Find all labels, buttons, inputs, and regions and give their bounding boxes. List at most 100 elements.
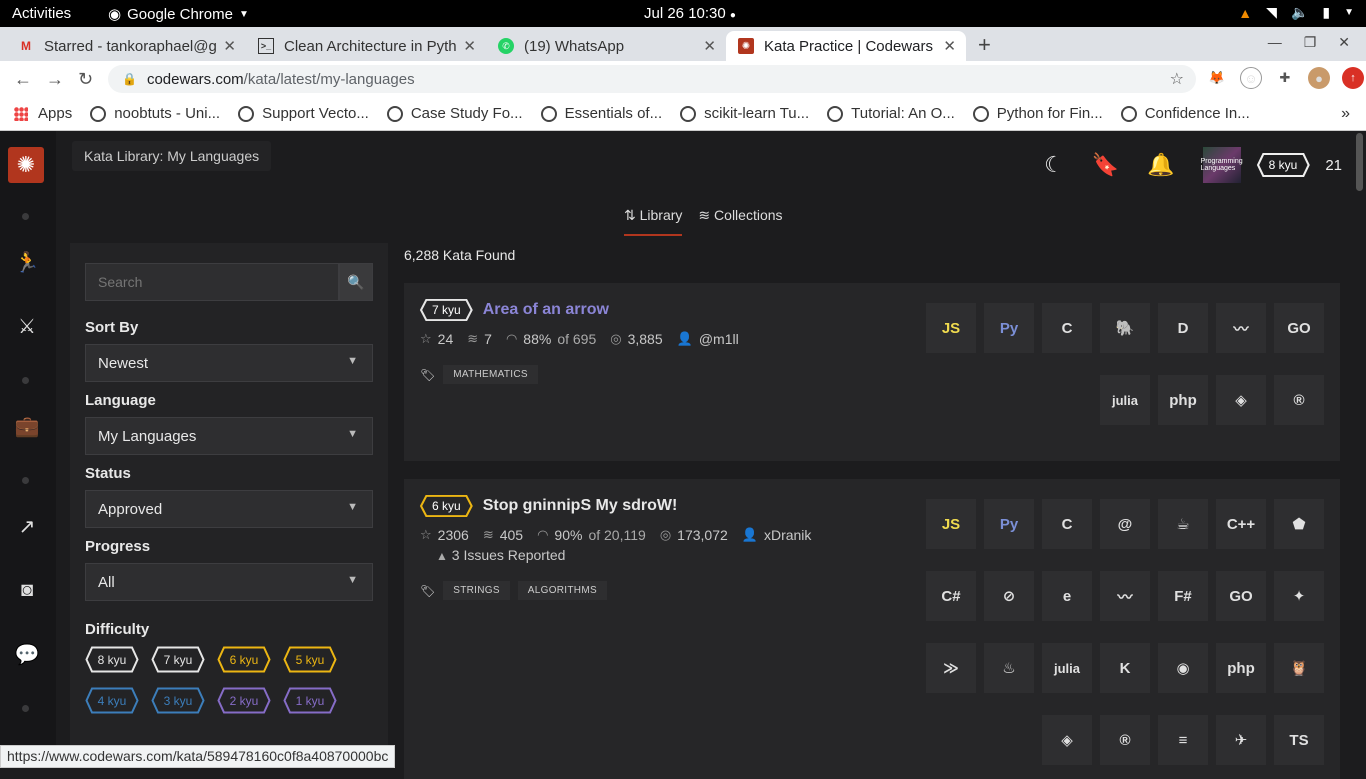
- language-icon[interactable]: ⊘: [984, 571, 1034, 621]
- search-input[interactable]: [85, 263, 339, 301]
- language-icon[interactable]: ◉: [1158, 643, 1208, 693]
- language-icon[interactable]: C: [1042, 499, 1092, 549]
- briefcase-icon[interactable]: 💼: [14, 413, 40, 439]
- extension-face-icon[interactable]: ☺: [1240, 67, 1262, 89]
- close-icon[interactable]: ✕: [223, 37, 236, 55]
- language-icon[interactable]: C++: [1216, 499, 1266, 549]
- language-icon[interactable]: ≡: [1158, 715, 1208, 765]
- issues-reported[interactable]: ▲ 3 Issues Reported: [436, 547, 565, 563]
- forward-icon[interactable]: →: [46, 69, 64, 90]
- language-icon[interactable]: D: [1158, 303, 1208, 353]
- scrollbar-thumb[interactable]: [1356, 133, 1363, 191]
- bookmark-item[interactable]: scikit-learn Tu...: [680, 105, 809, 122]
- chat-icon[interactable]: 💬: [14, 641, 40, 667]
- tab-clean-architecture[interactable]: >_ Clean Architecture in Pyth ✕: [246, 31, 486, 61]
- codewars-logo[interactable]: ✺: [8, 147, 44, 183]
- language-icon[interactable]: ☕: [1158, 499, 1208, 549]
- clock[interactable]: Jul 26 10:30 ●: [644, 5, 736, 22]
- author-stat[interactable]: 👤 @m1ll: [677, 331, 739, 347]
- bookmarks-overflow-icon[interactable]: »: [1341, 105, 1350, 123]
- tag[interactable]: ALGORITHMS: [517, 581, 607, 600]
- language-icon[interactable]: php: [1158, 375, 1208, 425]
- language-icon[interactable]: ♨: [984, 643, 1034, 693]
- language-icon[interactable]: 〰: [1216, 303, 1266, 353]
- close-icon[interactable]: ✕: [703, 37, 716, 55]
- language-icon[interactable]: ◈: [1042, 715, 1092, 765]
- kata-title[interactable]: Stop gninnipS My sdroW!: [483, 497, 678, 515]
- language-icon[interactable]: e: [1042, 571, 1092, 621]
- language-icon[interactable]: ®: [1274, 375, 1324, 425]
- kata-title[interactable]: Area of an arrow: [483, 301, 609, 319]
- language-icon[interactable]: ✈: [1216, 715, 1266, 765]
- bookmark-item[interactable]: noobtuts - Uni...: [90, 105, 220, 122]
- difficulty-7[interactable]: 1 kyu: [283, 687, 337, 714]
- close-window-icon[interactable]: ✕: [1338, 34, 1350, 51]
- language-icon[interactable]: 〰: [1100, 571, 1150, 621]
- language-icon[interactable]: JS: [926, 303, 976, 353]
- bookmark-item[interactable]: Tutorial: An O...: [827, 105, 955, 122]
- language-icon[interactable]: @: [1100, 499, 1150, 549]
- author-stat[interactable]: 👤 xDranik: [742, 527, 812, 543]
- bookmark-icon[interactable]: 🔖: [1092, 152, 1119, 178]
- close-icon[interactable]: ✕: [463, 37, 476, 55]
- app-menu[interactable]: ◉ Google Chrome ▼: [108, 5, 249, 24]
- bookmark-item[interactable]: Case Study Fo...: [386, 105, 523, 122]
- difficulty-3[interactable]: 5 kyu: [283, 646, 337, 673]
- user-rank[interactable]: Programming Languages 8 kyu 21: [1201, 147, 1342, 183]
- language-icon[interactable]: php: [1216, 643, 1266, 693]
- difficulty-0[interactable]: 8 kyu: [85, 646, 139, 673]
- bookmark-item[interactable]: Support Vecto...: [238, 105, 369, 122]
- training-icon[interactable]: ⚔: [14, 313, 40, 339]
- tag[interactable]: MATHEMATICS: [443, 365, 538, 384]
- sort-select[interactable]: Newest ▼: [85, 344, 373, 382]
- tab-gmail[interactable]: M Starred - tankoraphael@g ✕: [0, 31, 246, 61]
- language-icon[interactable]: C#: [926, 571, 976, 621]
- language-icon[interactable]: ⬟: [1274, 499, 1324, 549]
- difficulty-4[interactable]: 4 kyu: [85, 687, 139, 714]
- address-bar[interactable]: 🔒 codewars.com/kata/latest/my-languages …: [108, 65, 1196, 93]
- vlc-icon[interactable]: ▲: [1238, 5, 1252, 21]
- tab-whatsapp[interactable]: ✆ (19) WhatsApp ✕: [486, 31, 726, 61]
- language-icon[interactable]: C: [1042, 303, 1092, 353]
- language-icon[interactable]: Py: [984, 303, 1034, 353]
- maximize-icon[interactable]: ❐: [1304, 34, 1317, 51]
- bookmark-item[interactable]: Essentials of...: [540, 105, 662, 122]
- language-icon[interactable]: TS: [1274, 715, 1324, 765]
- minimize-icon[interactable]: —: [1268, 34, 1282, 51]
- search-icon[interactable]: 🔍: [339, 263, 373, 301]
- language-icon[interactable]: F#: [1158, 571, 1208, 621]
- language-icon[interactable]: ≫: [926, 643, 976, 693]
- difficulty-6[interactable]: 2 kyu: [217, 687, 271, 714]
- language-icon[interactable]: Py: [984, 499, 1034, 549]
- difficulty-5[interactable]: 3 kyu: [151, 687, 205, 714]
- language-icon[interactable]: GO: [1274, 303, 1324, 353]
- bookmark-star-icon[interactable]: ☆: [1170, 69, 1184, 89]
- tag[interactable]: STRINGS: [443, 581, 510, 600]
- language-icon[interactable]: ◈: [1216, 375, 1266, 425]
- bell-icon[interactable]: 🔔: [1147, 152, 1174, 178]
- tab-library[interactable]: ⇅ Library: [624, 207, 683, 236]
- bookmark-item[interactable]: Confidence In...: [1120, 105, 1250, 122]
- tab-collections[interactable]: ≋ Collections: [698, 207, 782, 236]
- language-icon[interactable]: GO: [1216, 571, 1266, 621]
- page-scrollbar[interactable]: [1354, 131, 1364, 768]
- bookmark-apps[interactable]: Apps: [14, 105, 72, 122]
- progress-select[interactable]: All ▼: [85, 563, 373, 601]
- update-icon[interactable]: ↑: [1342, 67, 1364, 89]
- language-icon[interactable]: ®: [1100, 715, 1150, 765]
- language-icon[interactable]: K: [1100, 643, 1150, 693]
- language-icon[interactable]: ✦: [1274, 571, 1324, 621]
- back-icon[interactable]: ←: [14, 69, 32, 90]
- language-select[interactable]: My Languages ▼: [85, 417, 373, 455]
- bookmark-item[interactable]: Python for Fin...: [972, 105, 1103, 122]
- close-icon[interactable]: ✕: [943, 37, 956, 55]
- system-tray[interactable]: ▲ ◥ 🔈 ▮ ▼: [1238, 4, 1354, 21]
- language-icon[interactable]: 🐘: [1100, 303, 1150, 353]
- reload-icon[interactable]: ↻: [78, 69, 93, 90]
- leaderboard-icon[interactable]: ↗: [14, 513, 40, 539]
- new-tab-button[interactable]: +: [978, 32, 991, 58]
- avatar[interactable]: Programming Languages: [1201, 147, 1243, 183]
- language-icon[interactable]: 🦉: [1274, 643, 1324, 693]
- moon-icon[interactable]: ☾: [1044, 152, 1064, 178]
- status-select[interactable]: Approved ▼: [85, 490, 373, 528]
